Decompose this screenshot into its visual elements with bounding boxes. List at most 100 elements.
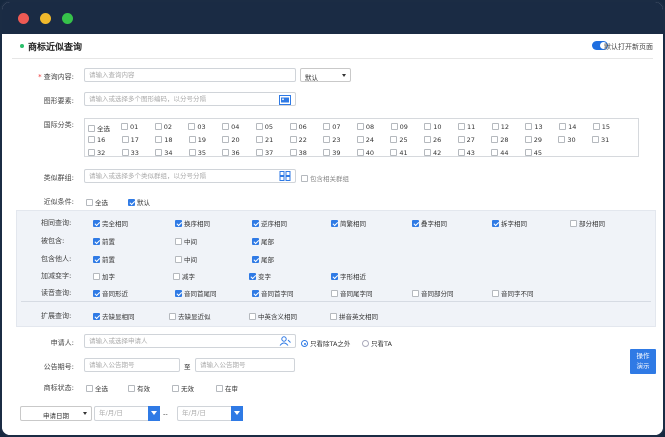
applicant-input[interactable]: 请输入或选择申请人 bbox=[84, 334, 296, 348]
panel-option-r5[interactable]: 音同部分同 bbox=[412, 288, 454, 298]
intl-class-checkbox[interactable]: 15 bbox=[592, 123, 610, 131]
figure-picker-icon[interactable] bbox=[279, 95, 291, 105]
panel-option-r3[interactable]: 中间 bbox=[175, 254, 197, 264]
maximize-window-button[interactable] bbox=[62, 13, 73, 24]
intl-class-checkbox[interactable]: 40 bbox=[356, 149, 374, 157]
intl-class-checkbox[interactable]: 34 bbox=[155, 149, 172, 157]
panel-option-r3[interactable]: 前置 bbox=[93, 254, 115, 264]
similar-default[interactable]: 默认 bbox=[128, 197, 150, 207]
intl-class-checkbox[interactable]: 35 bbox=[188, 149, 206, 157]
panel-option-r1[interactable]: 简繁相同 bbox=[331, 218, 366, 228]
panel-option-r5[interactable]: 音同尾字同 bbox=[331, 288, 373, 298]
status-checkbox[interactable]: 有效 bbox=[128, 383, 150, 393]
applicant-exclude-radio[interactable]: 只看除TA之外 bbox=[301, 338, 350, 348]
intl-class-checkbox[interactable]: 42 bbox=[424, 149, 441, 157]
panel-option-r1[interactable]: 换序相同 bbox=[175, 218, 210, 228]
intl-class-checkbox[interactable]: 32 bbox=[88, 149, 105, 157]
intl-class-checkbox[interactable]: 24 bbox=[356, 136, 374, 144]
intl-class-checkbox[interactable]: 28 bbox=[491, 136, 508, 144]
intl-class-checkbox[interactable]: 41 bbox=[390, 149, 408, 157]
intl-class-checkbox[interactable]: 04 bbox=[222, 123, 239, 131]
panel-option-r4[interactable]: 减字 bbox=[173, 271, 195, 281]
intl-class-checkbox[interactable]: 21 bbox=[256, 136, 273, 144]
intl-class-checkbox[interactable]: 11 bbox=[458, 123, 475, 131]
intl-class-checkbox[interactable]: 39 bbox=[323, 149, 340, 157]
intl-class-checkbox[interactable]: 07 bbox=[323, 123, 340, 131]
date-start-dropdown-icon[interactable] bbox=[148, 406, 160, 421]
panel-option-r4[interactable]: 加字 bbox=[93, 271, 115, 281]
group-grid-icon[interactable] bbox=[279, 171, 291, 181]
notice-end-input[interactable]: 请输入公告期号 bbox=[195, 358, 295, 372]
status-checkbox[interactable]: 无效 bbox=[172, 383, 194, 393]
applicant-only-radio[interactable]: 只看TA bbox=[362, 338, 392, 348]
intl-class-checkbox[interactable]: 13 bbox=[525, 123, 543, 131]
date-start-input[interactable]: 年/月/日 bbox=[94, 406, 150, 421]
panel-option-r1[interactable]: 逆序相同 bbox=[252, 218, 287, 228]
intl-class-checkbox[interactable]: 44 bbox=[491, 149, 508, 157]
panel-option-r4[interactable]: 字形相近 bbox=[331, 271, 366, 281]
intl-class-checkbox[interactable]: 19 bbox=[188, 136, 206, 144]
intl-class-checkbox[interactable]: 38 bbox=[289, 149, 307, 157]
intl-class-checkbox[interactable]: 14 bbox=[559, 123, 576, 131]
intl-class-checkbox[interactable]: 26 bbox=[424, 136, 441, 144]
panel-option-r2[interactable]: 前置 bbox=[93, 236, 115, 246]
query-mode-select[interactable]: 默认 bbox=[300, 68, 351, 82]
panel-option-r4[interactable]: 变字 bbox=[249, 271, 271, 281]
panel-option-r5[interactable]: 音同形近 bbox=[93, 288, 128, 298]
panel-option-r6[interactable]: 去缺显相同 bbox=[93, 311, 135, 321]
date-end-input[interactable]: 年/月/日 bbox=[177, 406, 233, 421]
panel-option-r1[interactable]: 拆字相同 bbox=[492, 218, 527, 228]
query-input[interactable]: 请输入查询内容 bbox=[84, 68, 296, 82]
intl-class-checkbox[interactable]: 31 bbox=[592, 136, 609, 144]
intl-class-checkbox[interactable]: 45 bbox=[524, 149, 542, 157]
intl-class-checkbox[interactable]: 05 bbox=[255, 123, 273, 131]
intl-class-checkbox[interactable]: 08 bbox=[356, 123, 374, 131]
similar-select-all[interactable]: 全选 bbox=[86, 197, 108, 207]
intl-class-checkbox[interactable]: 06 bbox=[289, 123, 307, 131]
group-input[interactable]: 请输入或选择多个类似群组，以分号分隔 bbox=[84, 169, 296, 183]
demo-button[interactable]: 操作 演示 bbox=[630, 349, 656, 374]
intl-class-checkbox[interactable]: 27 bbox=[457, 136, 475, 144]
close-window-button[interactable] bbox=[18, 13, 29, 24]
panel-option-r1[interactable]: 部分相同 bbox=[570, 218, 605, 228]
panel-option-r5[interactable]: 音同首字同 bbox=[252, 288, 294, 298]
intl-class-checkbox[interactable]: 37 bbox=[256, 149, 273, 157]
panel-option-r1[interactable]: 完全相同 bbox=[93, 218, 128, 228]
status-checkbox[interactable]: 全选 bbox=[86, 383, 108, 393]
intl-class-checkbox[interactable]: 20 bbox=[222, 136, 240, 144]
intl-class-checkbox[interactable]: 03 bbox=[188, 123, 206, 131]
intl-class-checkbox[interactable]: 01 bbox=[121, 123, 138, 131]
panel-option-r2[interactable]: 尾部 bbox=[252, 236, 274, 246]
intl-class-checkbox[interactable]: 12 bbox=[491, 123, 509, 131]
date-end-dropdown-icon[interactable] bbox=[231, 406, 243, 421]
intl-class-checkbox[interactable]: 10 bbox=[424, 123, 442, 131]
intl-class-checkbox[interactable]: 25 bbox=[390, 136, 408, 144]
intl-class-checkbox[interactable]: 30 bbox=[558, 136, 576, 144]
include-related-groups[interactable]: 包含相关群组 bbox=[301, 173, 349, 183]
status-checkbox[interactable]: 在审 bbox=[216, 383, 238, 393]
notice-start-input[interactable]: 请输入公告期号 bbox=[84, 358, 180, 372]
intl-select-all[interactable]: 全选 bbox=[88, 123, 110, 133]
intl-class-checkbox[interactable]: 09 bbox=[390, 123, 408, 131]
panel-option-r1[interactable]: 叠字相同 bbox=[412, 218, 447, 228]
date-type-select[interactable]: 申请日期 bbox=[20, 406, 92, 421]
panel-option-r6[interactable]: 去缺显近似 bbox=[169, 311, 211, 321]
intl-class-checkbox[interactable]: 43 bbox=[457, 149, 475, 157]
intl-class-checkbox[interactable]: 18 bbox=[155, 136, 172, 144]
intl-class-checkbox[interactable]: 36 bbox=[222, 149, 240, 157]
panel-option-r6[interactable]: 中英含义相同 bbox=[249, 311, 297, 321]
panel-option-r5[interactable]: 音同首尾同 bbox=[175, 288, 217, 298]
minimize-window-button[interactable] bbox=[40, 13, 51, 24]
intl-class-checkbox[interactable]: 29 bbox=[524, 136, 542, 144]
intl-class-checkbox[interactable]: 33 bbox=[121, 149, 139, 157]
intl-class-checkbox[interactable]: 17 bbox=[121, 136, 139, 144]
panel-option-r5[interactable]: 音同字不同 bbox=[492, 288, 534, 298]
panel-option-r6[interactable]: 拼音英文相同 bbox=[330, 311, 378, 321]
applicant-picker-icon[interactable] bbox=[279, 336, 291, 346]
panel-option-r3[interactable]: 尾部 bbox=[252, 254, 274, 264]
intl-class-checkbox[interactable]: 23 bbox=[323, 136, 340, 144]
panel-option-r2[interactable]: 中间 bbox=[175, 236, 197, 246]
intl-class-checkbox[interactable]: 22 bbox=[289, 136, 307, 144]
intl-class-checkbox[interactable]: 02 bbox=[154, 123, 172, 131]
intl-class-checkbox[interactable]: 16 bbox=[88, 136, 105, 144]
